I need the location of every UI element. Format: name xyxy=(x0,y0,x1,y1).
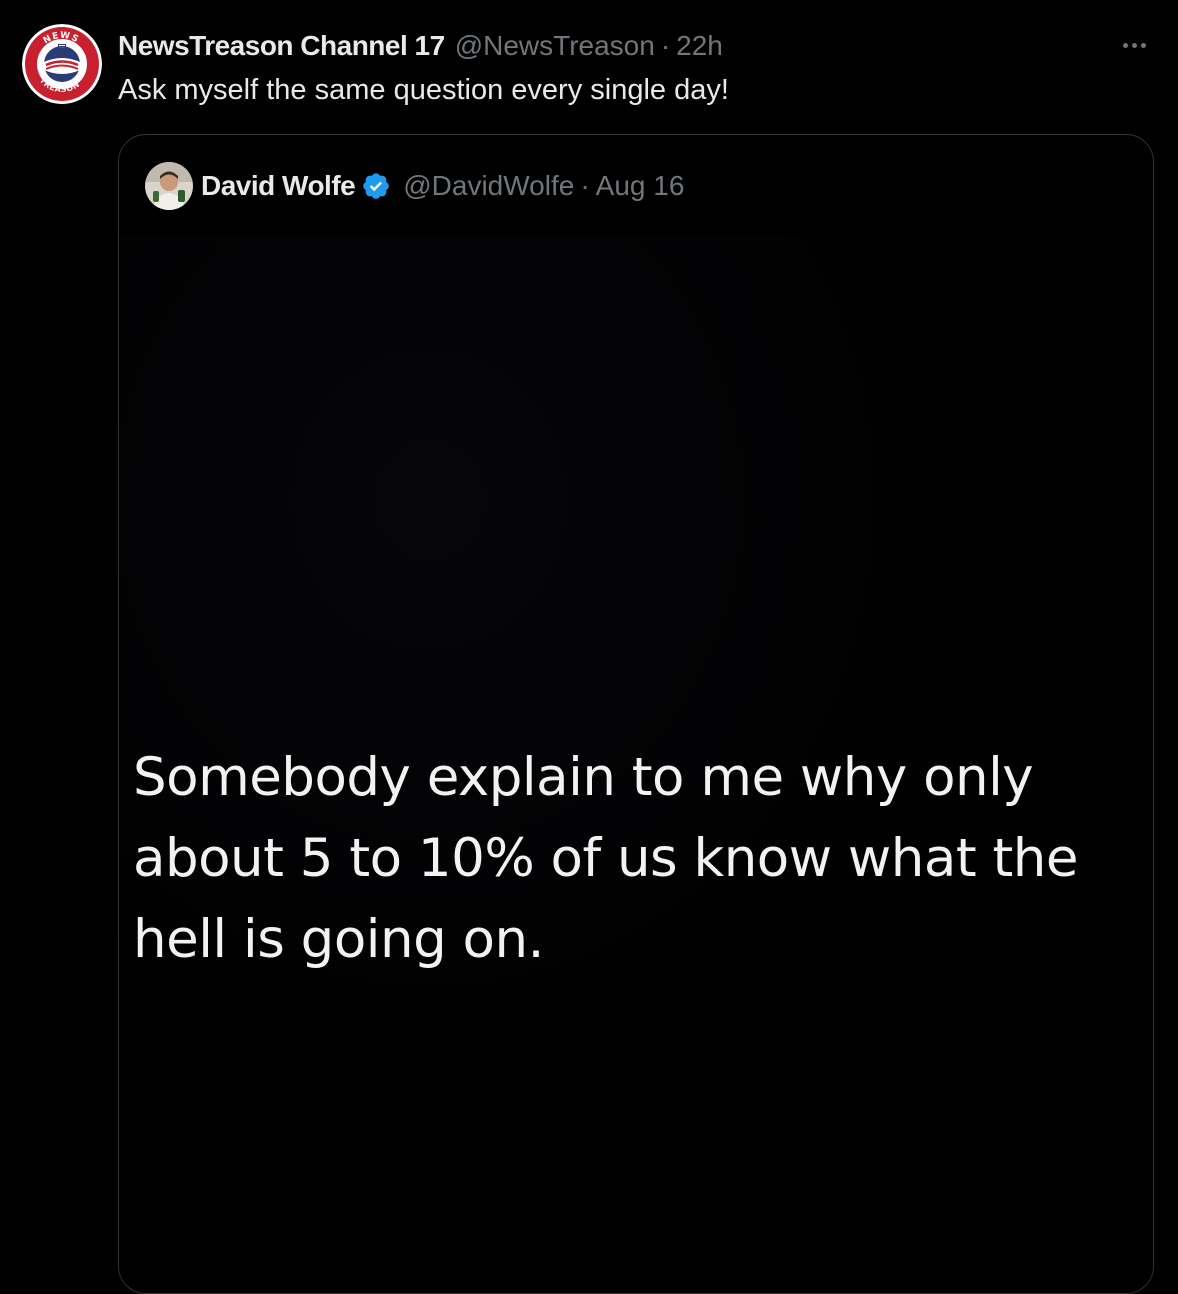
avatar-photo-icon xyxy=(145,162,193,210)
quoted-tweet-header: David Wolfe @DavidWolfe · Aug 16 xyxy=(145,161,684,211)
author-avatar[interactable]: NEWS TREASON xyxy=(22,24,102,104)
tweet-header: NewsTreason Channel 17 @NewsTreason · 22… xyxy=(118,26,723,66)
quoted-author-name: David Wolfe xyxy=(201,170,356,201)
image-text-line: Somebody explain to me why only xyxy=(133,747,1034,808)
tweet[interactable]: NEWS TREASON NewsTreason Channel 17 @New… xyxy=(0,0,1178,1294)
separator-dot: · xyxy=(660,30,671,61)
image-text-line: about 5 to 10% of us know what the xyxy=(133,828,1078,889)
separator-dot: · xyxy=(580,170,590,201)
image-text-line: hell is going on. xyxy=(133,909,544,970)
more-dot xyxy=(1140,42,1146,48)
quoted-post-date: Aug 16 xyxy=(595,170,685,201)
tweet-text: Ask myself the same question every singl… xyxy=(118,74,729,106)
author-handle[interactable]: @NewsTreason xyxy=(455,30,655,62)
author-name[interactable]: NewsTreason Channel 17 xyxy=(118,30,445,62)
more-options-icon[interactable] xyxy=(1114,30,1154,60)
newstreason-logo: NEWS TREASON xyxy=(22,24,102,104)
verified-badge-icon xyxy=(363,173,390,199)
more-dot xyxy=(1131,42,1137,48)
post-time[interactable]: 22h xyxy=(676,30,723,62)
quoted-media-image[interactable]: Somebody explain to me why only about 5 … xyxy=(119,235,1153,1293)
more-dot xyxy=(1122,42,1128,48)
quoted-tweet-card[interactable]: David Wolfe @DavidWolfe · Aug 16 Somebod… xyxy=(118,134,1154,1294)
image-caption-text: Somebody explain to me why only about 5 … xyxy=(133,737,1143,980)
quoted-author-handle: @DavidWolfe xyxy=(403,170,575,201)
quoted-author-avatar xyxy=(145,162,193,210)
